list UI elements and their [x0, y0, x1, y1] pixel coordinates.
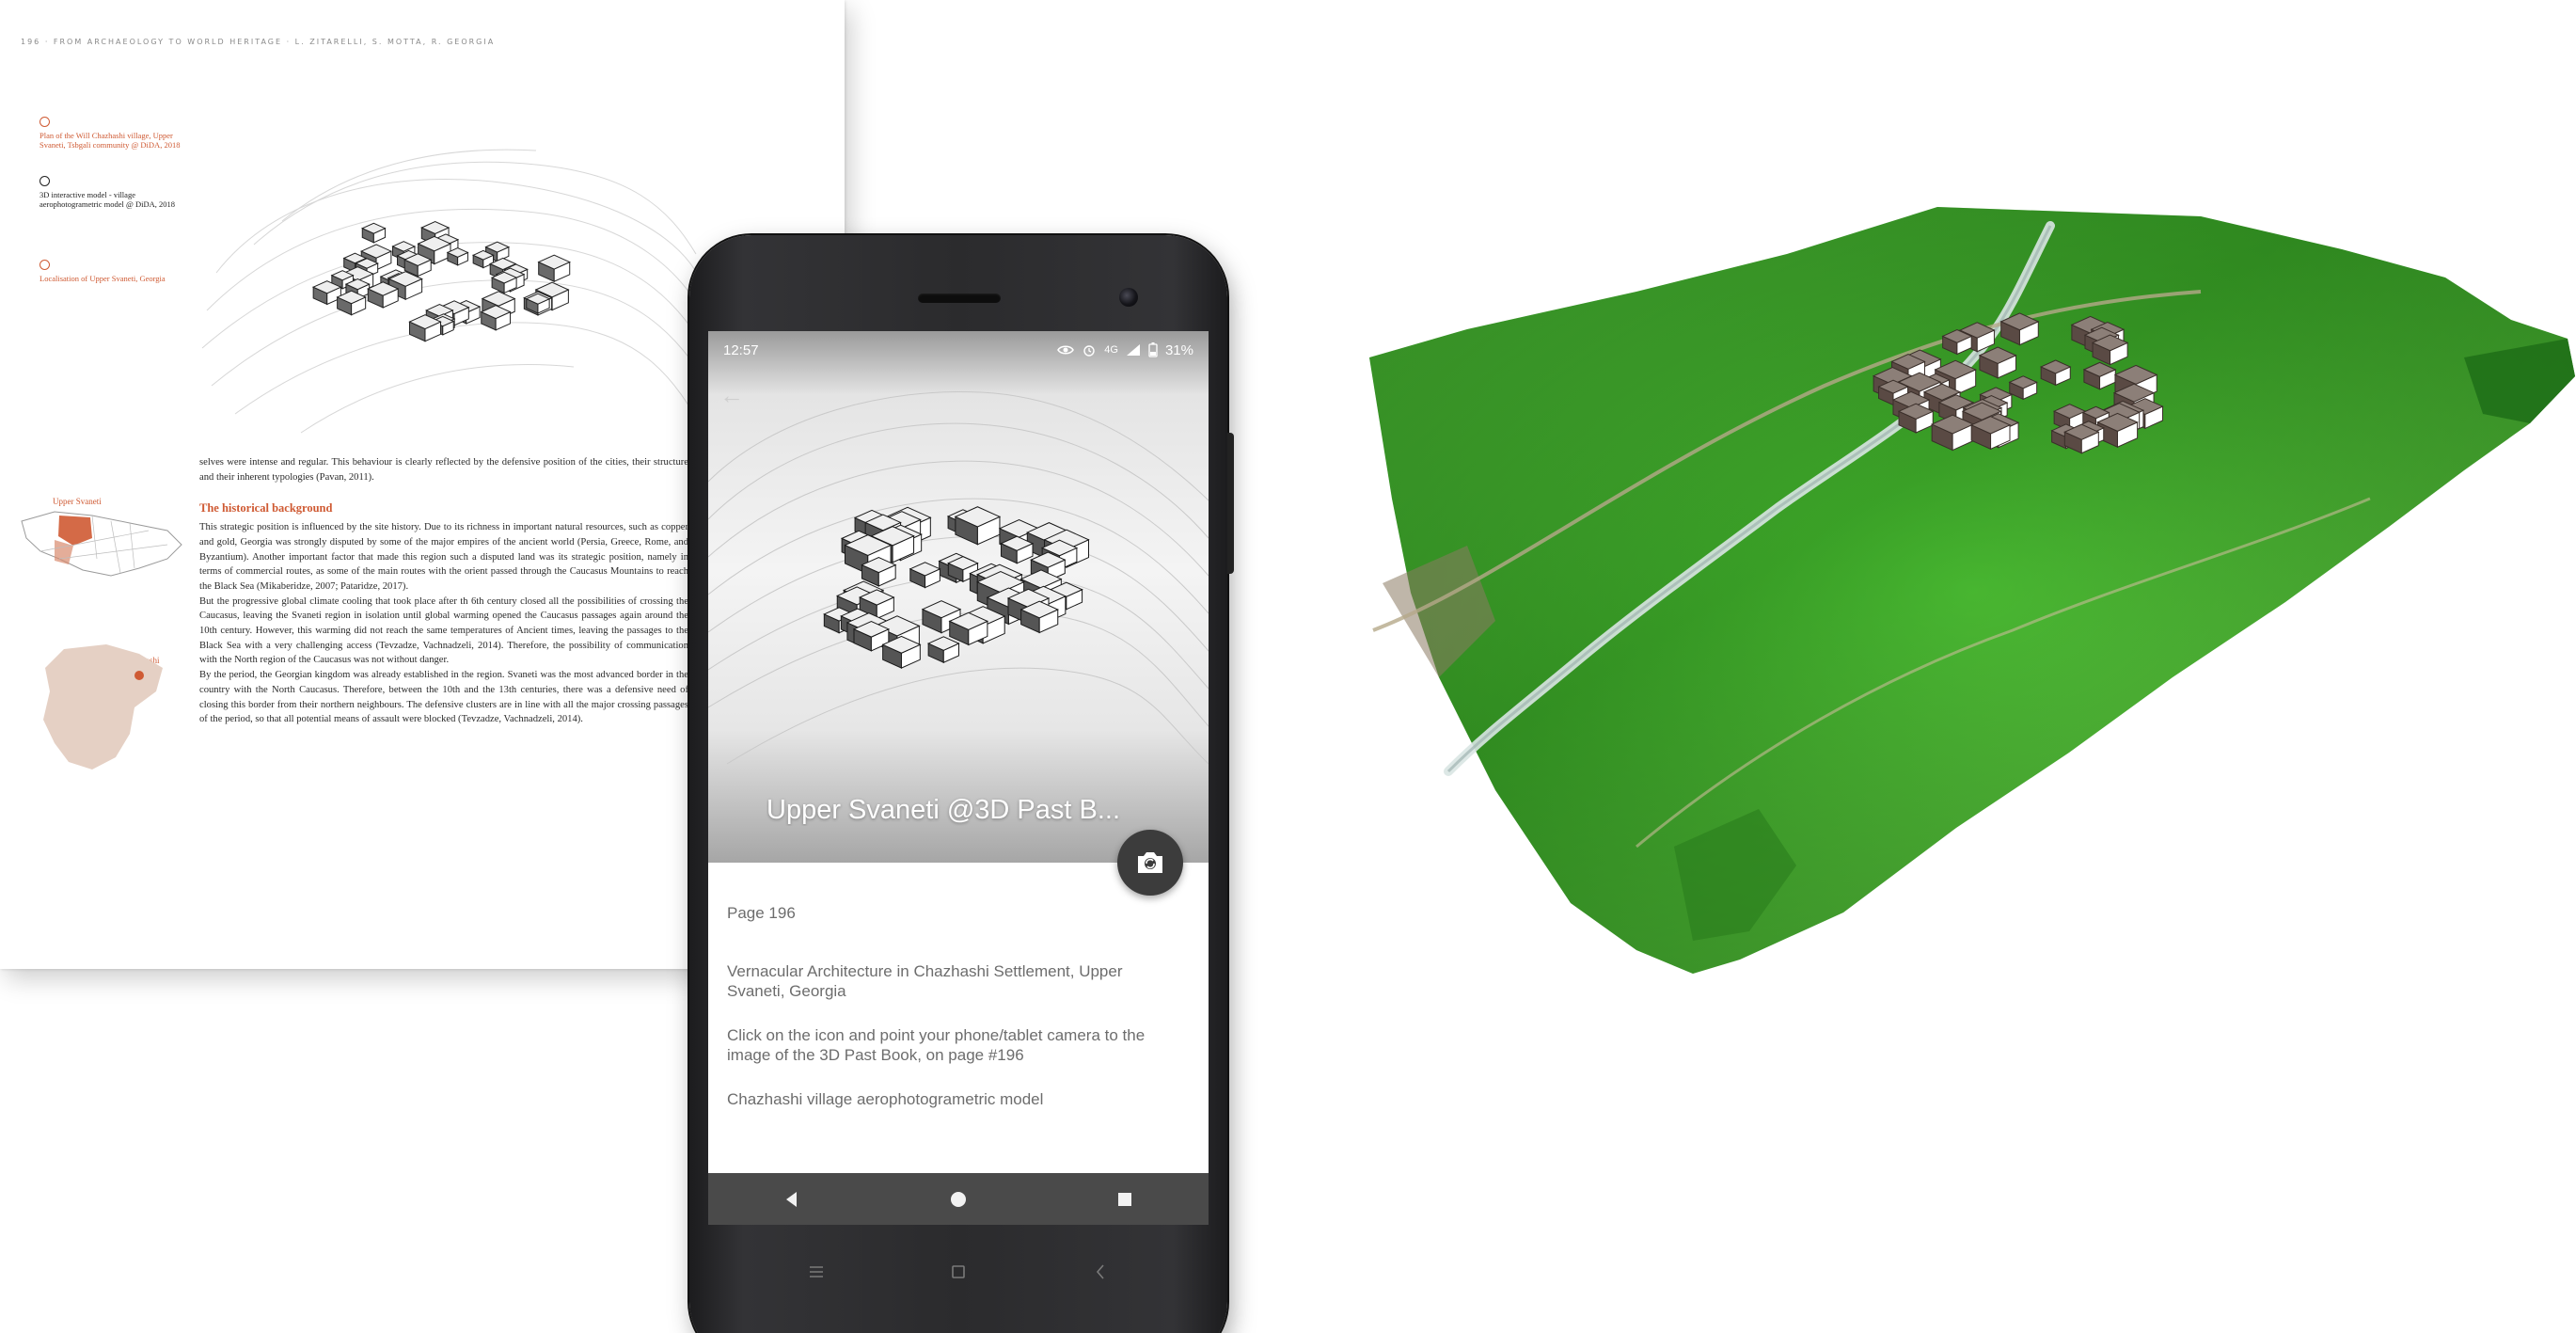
- phone-screen: 12:57 4G 31% ← Upper Svaneti @3D Past B.…: [708, 331, 1209, 1225]
- chazhashi-marker-icon: [134, 671, 144, 680]
- section-heading: The historical background: [199, 501, 333, 516]
- smartphone: 12:57 4G 31% ← Upper Svaneti @3D Past B.…: [689, 235, 1234, 1333]
- caption-3d-model-text: 3D interactive model - village aerophoto…: [40, 190, 176, 209]
- caption-plan: Plan of the Will Chazhashi village, Uppe…: [40, 117, 181, 150]
- power-button[interactable]: [1227, 433, 1234, 574]
- signal-icon: [1126, 344, 1140, 356]
- front-camera: [1119, 288, 1138, 307]
- status-icons: 4G 31%: [1057, 342, 1193, 358]
- terrain-3d-model: [1369, 207, 2575, 974]
- nav-home-button[interactable]: [940, 1181, 977, 1218]
- caption-localisation: Localisation of Upper Svaneti, Georgia: [40, 260, 181, 283]
- app-header-image: [708, 331, 1209, 863]
- page-number: Page 196: [727, 904, 796, 922]
- instructions-text: Click on the icon and point your phone/t…: [727, 1026, 1146, 1064]
- nav-recents-button[interactable]: [1106, 1181, 1144, 1218]
- intro-paragraph: selves were intense and regular. This be…: [199, 457, 688, 483]
- caption-localisation-text: Localisation of Upper Svaneti, Georgia: [40, 274, 166, 283]
- book-running-header: 196 · FROM ARCHAEOLOGY TO WORLD HERITAGE…: [21, 38, 496, 46]
- settlement-plan-drawing: [201, 149, 720, 434]
- back-triangle-icon: [785, 1191, 797, 1207]
- home-square-icon: [952, 1265, 965, 1278]
- model-name: Chazhashi village aerophotogrametric mod…: [727, 1090, 1044, 1108]
- hardware-buttons: [689, 1253, 1227, 1291]
- hw-back-button[interactable]: [1082, 1253, 1119, 1291]
- header-plan-drawing: [708, 390, 1209, 765]
- home-circle-icon: [950, 1191, 966, 1207]
- menu-lines-icon: [810, 1266, 824, 1277]
- app-title: Upper Svaneti @3D Past B...: [766, 795, 1120, 825]
- composite-scene: 196 · FROM ARCHAEOLOGY TO WORLD HERITAGE…: [0, 0, 2576, 1333]
- battery-icon: [1148, 342, 1158, 357]
- body-paragraph: But the progressive global climate cooli…: [199, 595, 688, 666]
- georgia-map: [21, 511, 182, 577]
- earpiece-speaker: [918, 294, 1001, 303]
- status-bar: 12:57 4G 31%: [708, 331, 1209, 369]
- network-type: 4G: [1104, 344, 1118, 356]
- camera-switch-icon: [1138, 852, 1162, 873]
- body-paragraph: By the period, the Georgian kingdom was …: [199, 670, 688, 725]
- hw-home-button[interactable]: [940, 1253, 977, 1291]
- caption-3d-model: 3D interactive model - village aerophoto…: [40, 176, 181, 209]
- back-chevron-icon: [1096, 1264, 1104, 1279]
- hw-menu-button[interactable]: [798, 1253, 835, 1291]
- book-body-text: selves were intense and regular. This be…: [199, 455, 688, 727]
- book-title: Vernacular Architecture in Chazhashi Set…: [727, 962, 1123, 1000]
- caption-marker-icon: [40, 260, 50, 270]
- recents-square-icon: [1118, 1192, 1132, 1206]
- android-nav-bar: [708, 1173, 1209, 1225]
- camera-fab-button[interactable]: [1117, 830, 1183, 896]
- caption-plan-text: Plan of the Will Chazhashi village, Uppe…: [40, 131, 181, 150]
- alarm-icon: [1083, 345, 1095, 357]
- caption-marker-icon: [40, 117, 50, 127]
- arrow-back-icon[interactable]: ←: [719, 382, 746, 408]
- nav-back-button[interactable]: [773, 1181, 811, 1218]
- region-map: [43, 644, 163, 770]
- body-paragraph: This strategic position is influenced by…: [199, 522, 688, 592]
- status-time: 12:57: [723, 341, 759, 358]
- battery-percent: 31%: [1164, 341, 1193, 358]
- caption-marker-icon: [40, 176, 50, 186]
- eye-icon: [1057, 345, 1075, 355]
